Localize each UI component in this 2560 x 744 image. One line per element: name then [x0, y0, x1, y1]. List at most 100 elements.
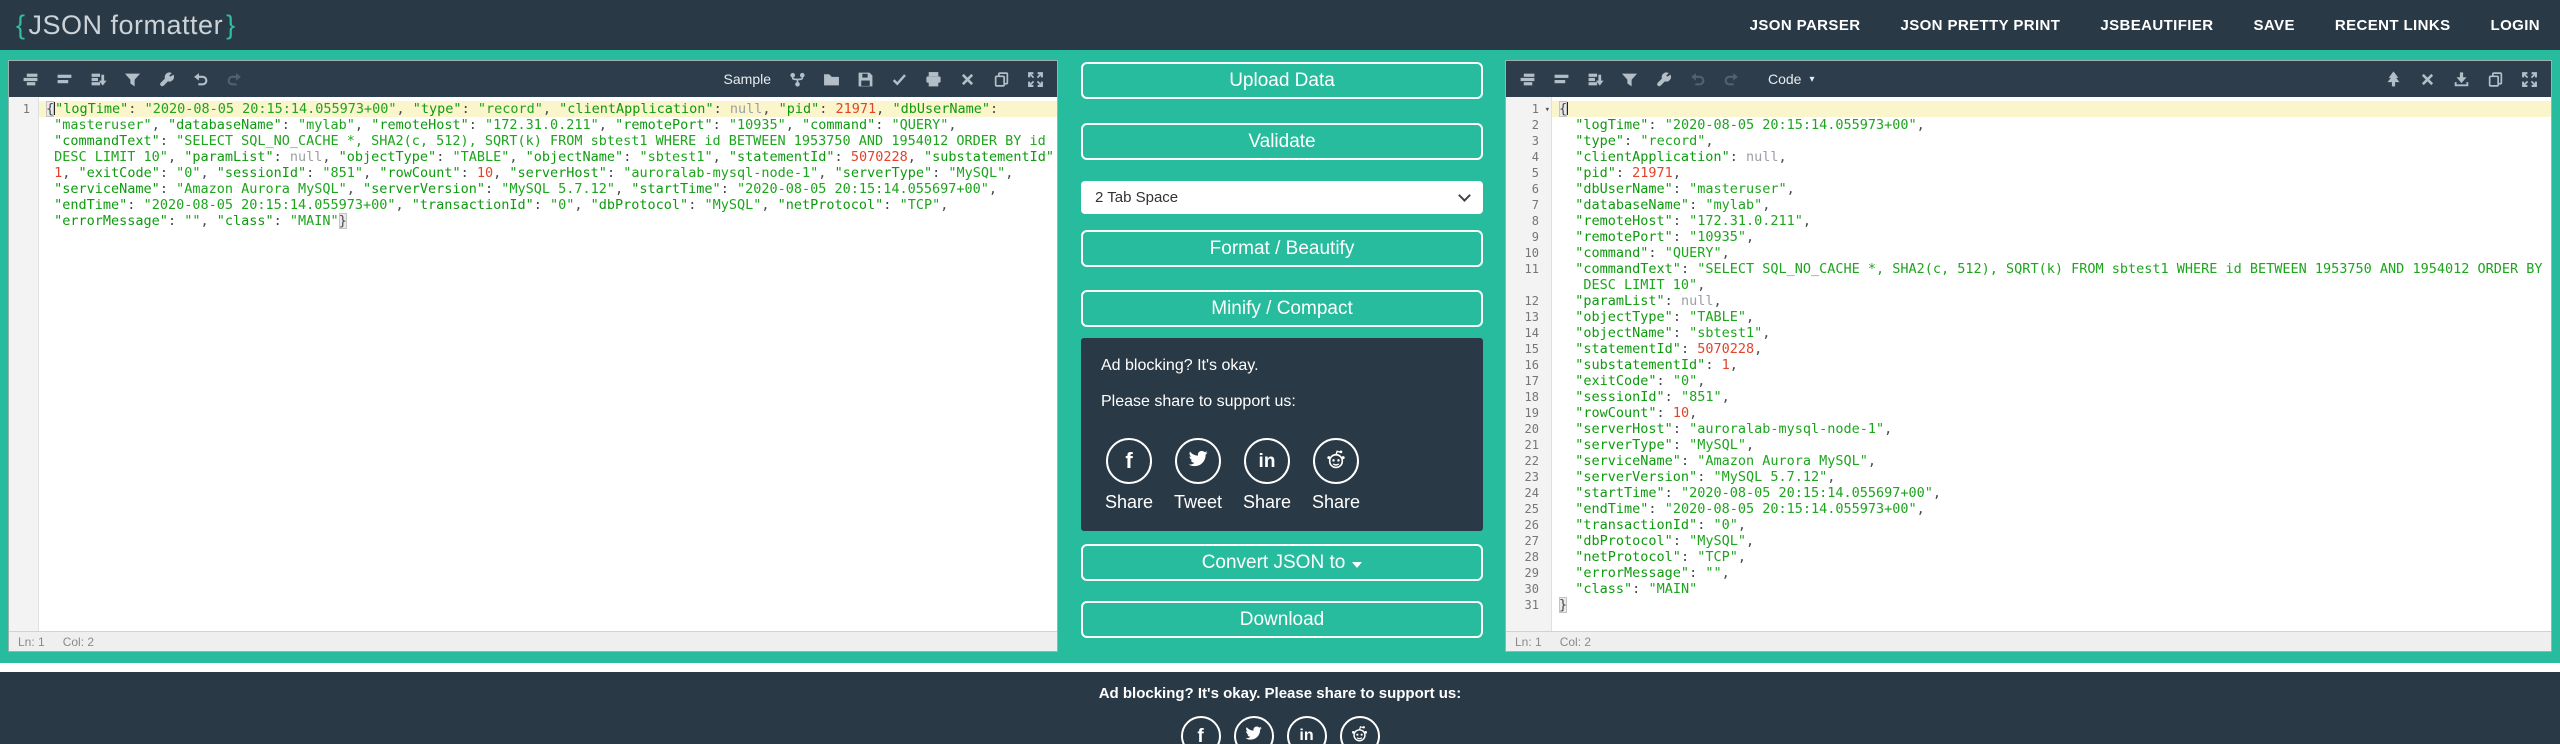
repair-wrench-icon[interactable]	[157, 70, 176, 89]
filter-icon[interactable]	[123, 70, 142, 89]
left-code-editor[interactable]: 1 {"logTime": "2020-08-05 20:15:14.05597…	[9, 97, 1057, 631]
nav-link-save[interactable]: SAVE	[2254, 17, 2295, 34]
copy-icon[interactable]	[992, 70, 1011, 89]
upload-data-label: Upload Data	[1229, 69, 1335, 91]
format-lines-icon[interactable]	[21, 70, 40, 89]
reddit-icon	[1325, 448, 1347, 475]
logo-text: JSON formatter	[28, 9, 224, 40]
code-line: "netProtocol": "TCP",	[1575, 549, 1746, 565]
nav-link-recent-links[interactable]: RECENT LINKS	[2335, 17, 2451, 34]
logo-brace-right: }	[226, 9, 236, 40]
line-number: 23	[1524, 470, 1539, 484]
repair-wrench-icon[interactable]	[1654, 70, 1673, 89]
fullscreen-icon[interactable]	[1026, 70, 1045, 89]
sort-icon[interactable]	[1586, 70, 1605, 89]
line-number	[9, 133, 38, 149]
compact-lines-icon[interactable]	[55, 70, 74, 89]
code-line: "errorMessage": "", "class": "MAIN"}	[54, 213, 347, 229]
twitter-icon	[1187, 448, 1209, 475]
right-line-indicator: Ln: 1	[1515, 634, 1542, 649]
line-number: 7	[1531, 198, 1539, 212]
right-line-gutter: 1 ▾ 2 3 4 5 6 7 8 9 10 11 12 13 14 15 16 17 18 19 20 21 22 23 24…	[1506, 97, 1552, 631]
code-line: "startTime": "2020-08-05 20:15:14.055697…	[1575, 485, 1942, 501]
clear-icon[interactable]	[2418, 70, 2437, 89]
twitter-share-label[interactable]: Tweet	[1174, 492, 1222, 513]
facebook-share-button[interactable]: f	[1180, 716, 1221, 744]
open-file-icon[interactable]	[822, 70, 841, 89]
copy-icon[interactable]	[2486, 70, 2505, 89]
nav-link-json-pretty-print[interactable]: JSON PRETTY PRINT	[1900, 17, 2060, 34]
fold-icon[interactable]: ▾	[1545, 102, 1550, 118]
main-nav: JSON PARSER JSON PRETTY PRINT JSBEAUTIFIER…	[1750, 17, 2540, 34]
print-icon[interactable]	[924, 70, 943, 89]
linkedin-share-button[interactable]: in	[1286, 716, 1327, 744]
share-buttons-row: f Share Tweet in Share Share	[1101, 438, 1463, 513]
right-toolbar: Code ▾	[1506, 61, 2551, 97]
undo-icon[interactable]	[191, 70, 210, 89]
line-number: 14	[1524, 326, 1539, 340]
validate-label: Validate	[1248, 130, 1316, 152]
nav-link-jsbeautifier[interactable]: JSBEAUTIFIER	[2100, 17, 2213, 34]
line-number: 1 ▾	[1531, 102, 1550, 118]
logo-brace-left: {	[16, 9, 26, 40]
code-line: "dbUserName": "masteruser",	[1575, 181, 1795, 197]
download-button[interactable]: Download	[1081, 601, 1483, 638]
upload-data-button[interactable]: Upload Data	[1081, 62, 1483, 99]
nav-link-json-parser[interactable]: JSON PARSER	[1750, 17, 1861, 34]
save-icon[interactable]	[856, 70, 875, 89]
twitter-share-button[interactable]	[1233, 716, 1274, 744]
sample-dropdown[interactable]: Sample	[724, 71, 771, 87]
compact-lines-icon[interactable]	[1552, 70, 1571, 89]
app-logo[interactable]: {JSON formatter}	[16, 10, 236, 41]
left-code-content[interactable]: {"logTime": "2020-08-05 20:15:14.055973+…	[39, 101, 1057, 631]
format-beautify-label: Format / Beautify	[1209, 237, 1355, 259]
line-number: 13	[1524, 310, 1539, 324]
undo-icon[interactable]	[1688, 70, 1707, 89]
fullscreen-icon[interactable]	[2520, 70, 2539, 89]
reddit-share-button[interactable]	[1313, 438, 1359, 484]
minify-compact-button[interactable]: Minify / Compact	[1081, 290, 1483, 327]
code-line: 1, "exitCode": "0", "sessionId": "851", …	[54, 165, 1014, 181]
url-fork-icon[interactable]	[788, 70, 807, 89]
twitter-icon	[1244, 724, 1263, 744]
left-line-gutter: 1	[9, 97, 39, 631]
line-number	[9, 181, 38, 197]
validate-check-icon[interactable]	[890, 70, 909, 89]
code-line: "serverVersion": "MySQL 5.7.12",	[1575, 469, 1836, 485]
right-code-content[interactable]: { "logTime": "2020-08-05 20:15:14.055973…	[1552, 101, 2551, 631]
indentation-select-value: 2 Tab Space	[1095, 189, 1179, 206]
line-number	[9, 165, 38, 181]
reddit-share-label[interactable]: Share	[1312, 492, 1360, 513]
line-number	[1506, 277, 1551, 293]
line-number: 8	[1531, 214, 1539, 228]
code-line: "exitCode": "0",	[1575, 373, 1706, 389]
validate-button[interactable]: Validate	[1081, 123, 1483, 160]
format-lines-icon[interactable]	[1518, 70, 1537, 89]
linkedin-share-label[interactable]: Share	[1243, 492, 1291, 513]
sort-icon[interactable]	[89, 70, 108, 89]
twitter-share-button[interactable]	[1175, 438, 1221, 484]
download-result-icon[interactable]	[2452, 70, 2471, 89]
redo-icon[interactable]	[225, 70, 244, 89]
reddit-share-button[interactable]	[1339, 716, 1380, 744]
convert-json-label: Convert JSON to	[1201, 551, 1346, 573]
format-beautify-button[interactable]: Format / Beautify	[1081, 230, 1483, 267]
convert-json-button[interactable]: Convert JSON to	[1081, 544, 1483, 581]
clear-icon[interactable]	[958, 70, 977, 89]
linkedin-icon: in	[1258, 450, 1276, 472]
filter-icon[interactable]	[1620, 70, 1639, 89]
linkedin-share-button[interactable]: in	[1244, 438, 1290, 484]
code-mode-dropdown[interactable]: Code	[1768, 71, 1801, 87]
facebook-share-label[interactable]: Share	[1105, 492, 1153, 513]
code-line: "command": "QUERY",	[1575, 245, 1730, 261]
facebook-icon: f	[1197, 725, 1204, 744]
nav-link-login[interactable]: LOGIN	[2491, 17, 2541, 34]
redo-icon[interactable]	[1722, 70, 1741, 89]
code-line: "serverType": "MySQL",	[1575, 437, 1755, 453]
facebook-share-button[interactable]: f	[1106, 438, 1152, 484]
right-code-editor[interactable]: 1 ▾ 2 3 4 5 6 7 8 9 10 11 12 13 14 15 16 17 18 19 20 21 22 23 24…	[1506, 97, 2551, 631]
code-line: "clientApplication": null,	[1575, 149, 1787, 165]
tree-view-icon[interactable]	[2384, 70, 2403, 89]
indentation-select[interactable]: 2 Tab Space	[1081, 181, 1483, 214]
line-number: 28	[1524, 550, 1539, 564]
